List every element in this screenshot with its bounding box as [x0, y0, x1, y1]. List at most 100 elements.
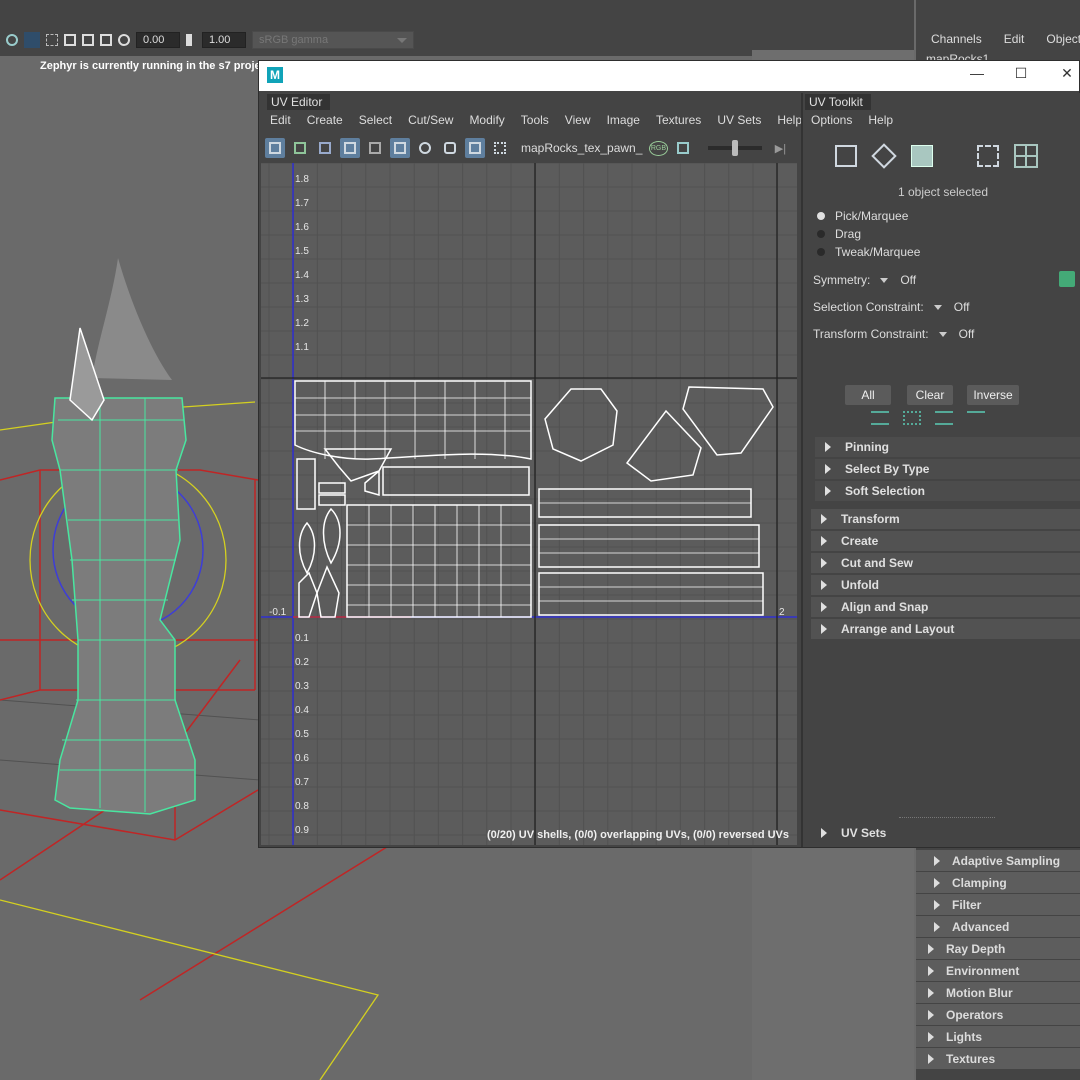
menu-object[interactable]: Object: [1031, 32, 1080, 46]
rgb-channel-icon[interactable]: RGB: [648, 138, 668, 158]
dropdown-arrow-icon[interactable]: [938, 331, 947, 337]
distortion-icon[interactable]: [315, 138, 335, 158]
grid-icon[interactable]: [82, 34, 94, 46]
section-pinning[interactable]: Pinning: [815, 437, 1080, 457]
menu-image[interactable]: Image: [607, 113, 640, 127]
xray-icon[interactable]: [100, 34, 112, 46]
frame-motion-blur[interactable]: Motion Blur: [916, 982, 1080, 1004]
symmetry-axis-icon[interactable]: [1059, 271, 1075, 287]
menu-select[interactable]: Select: [359, 113, 392, 127]
transform-constraint-option[interactable]: Transform Constraint: Off: [813, 327, 974, 341]
menu-edit[interactable]: Edit: [270, 113, 291, 127]
menu-options[interactable]: Options: [811, 113, 852, 127]
menu-modify[interactable]: Modify: [469, 113, 504, 127]
selection-constraint-value[interactable]: Off: [954, 300, 970, 314]
image-display-icon[interactable]: [465, 138, 485, 158]
section-transform[interactable]: Transform: [811, 509, 1080, 529]
uv-canvas[interactable]: 1.8 1.7 1.6 1.5 1.4 1.3 1.2 1.1 0.1 0.2 0.3 0.4 0.5 0…: [261, 163, 797, 845]
expand-icon: [934, 877, 940, 888]
gamma-field[interactable]: 1.00: [202, 32, 246, 48]
expand-icon: [825, 486, 831, 496]
v-axis-label: 1.5: [295, 246, 309, 257]
symmetry-option[interactable]: Symmetry: Off: [813, 273, 916, 287]
shaded-uvs-icon[interactable]: [290, 138, 310, 158]
menu-create[interactable]: Create: [307, 113, 343, 127]
exposure-slider[interactable]: [708, 140, 763, 156]
radio-tweak-marquee[interactable]: Tweak/Marquee: [817, 245, 920, 259]
menu-tools[interactable]: Tools: [521, 113, 549, 127]
shell-mode-icon[interactable]: [1011, 141, 1041, 171]
frame-lights[interactable]: Lights: [916, 1026, 1080, 1048]
minimize-icon[interactable]: —: [965, 65, 989, 81]
checkerboard-icon[interactable]: [490, 138, 510, 158]
frame-clamping[interactable]: Clamping: [916, 872, 1080, 894]
section-soft-selection[interactable]: Soft Selection: [815, 481, 1080, 501]
select-border-icon[interactable]: [935, 411, 953, 425]
menu-help[interactable]: Help: [868, 113, 893, 127]
gamma-icon[interactable]: [186, 34, 196, 46]
section-select-by-type[interactable]: Select By Type: [815, 459, 1080, 479]
frame-operators[interactable]: Operators: [916, 1004, 1080, 1026]
texture-name[interactable]: mapRocks_tex_pawn_: [521, 141, 642, 155]
select-all-button[interactable]: All: [845, 385, 891, 405]
dropdown-arrow-icon[interactable]: [880, 277, 889, 283]
menu-edit[interactable]: Edit: [989, 32, 1032, 46]
tab-uv-toolkit[interactable]: UV Toolkit: [805, 94, 871, 110]
select-shell-icon[interactable]: [967, 411, 985, 425]
frame-icon[interactable]: [24, 32, 40, 48]
grow-selection-icon[interactable]: [871, 411, 889, 425]
maximize-icon[interactable]: ☐: [1009, 65, 1033, 82]
symmetry-value[interactable]: Off: [900, 273, 916, 287]
menu-textures[interactable]: Textures: [656, 113, 701, 127]
image-icon[interactable]: [673, 138, 693, 158]
step-icon[interactable]: ▶|: [770, 138, 790, 158]
snapshot-icon[interactable]: [440, 138, 460, 158]
frame-ray-depth[interactable]: Ray Depth: [916, 938, 1080, 960]
section-cut-and-sew[interactable]: Cut and Sew: [811, 553, 1080, 573]
edge-mode-icon[interactable]: [869, 141, 899, 171]
section-align-and-snap[interactable]: Align and Snap: [811, 597, 1080, 617]
uv-mode-icon[interactable]: [973, 141, 1003, 171]
menu-cut-sew[interactable]: Cut/Sew: [408, 113, 453, 127]
transform-constraint-value[interactable]: Off: [959, 327, 975, 341]
layers-icon[interactable]: [64, 34, 76, 46]
menu-help[interactable]: Help: [777, 113, 802, 127]
section-create[interactable]: Create: [811, 531, 1080, 551]
selection-constraint-option[interactable]: Selection Constraint: Off: [813, 300, 970, 314]
section-uv-sets[interactable]: UV Sets: [811, 823, 1080, 843]
menu-uv-sets[interactable]: UV Sets: [717, 113, 761, 127]
frame-textures[interactable]: Textures: [916, 1048, 1080, 1070]
frame-advanced[interactable]: Advanced: [916, 916, 1080, 938]
exposure-field[interactable]: 0.00: [136, 32, 180, 48]
tab-uv-editor[interactable]: UV Editor: [267, 94, 331, 110]
texture-borders-icon[interactable]: [265, 138, 285, 158]
shrink-selection-icon[interactable]: [903, 411, 921, 425]
slider-knob[interactable]: [732, 140, 739, 156]
checker-icon[interactable]: [365, 138, 385, 158]
section-unfold[interactable]: Unfold: [811, 575, 1080, 595]
radio-pick-marquee[interactable]: Pick/Marquee: [817, 209, 908, 223]
clear-button[interactable]: Clear: [907, 385, 953, 405]
filtered-icon[interactable]: [340, 138, 360, 158]
grid-icon[interactable]: [390, 138, 410, 158]
frame-adaptive-sampling[interactable]: Adaptive Sampling: [916, 850, 1080, 872]
vertex-mode-icon[interactable]: [831, 141, 861, 171]
frame-environment[interactable]: Environment: [916, 960, 1080, 982]
menu-channels[interactable]: Channels: [916, 32, 989, 46]
frame-filter[interactable]: Filter: [916, 894, 1080, 916]
resize-grip[interactable]: [899, 817, 995, 818]
select-icon[interactable]: [46, 34, 58, 46]
v-axis-label: 0.7: [295, 777, 309, 788]
dropdown-arrow-icon[interactable]: [933, 304, 942, 310]
exposure-icon[interactable]: [118, 34, 130, 46]
radio-drag[interactable]: Drag: [817, 227, 861, 241]
color-space-dropdown[interactable]: sRGB gamma: [252, 31, 414, 49]
window-titlebar[interactable]: M — ☐ ✕: [259, 61, 1079, 91]
snap-icon[interactable]: [415, 138, 435, 158]
close-icon[interactable]: ✕: [1055, 65, 1079, 82]
inverse-button[interactable]: Inverse: [967, 385, 1019, 405]
face-mode-icon[interactable]: [907, 141, 937, 171]
menu-view[interactable]: View: [565, 113, 591, 127]
section-arrange-and-layout[interactable]: Arrange and Layout: [811, 619, 1080, 639]
camera-icon[interactable]: [6, 34, 18, 46]
